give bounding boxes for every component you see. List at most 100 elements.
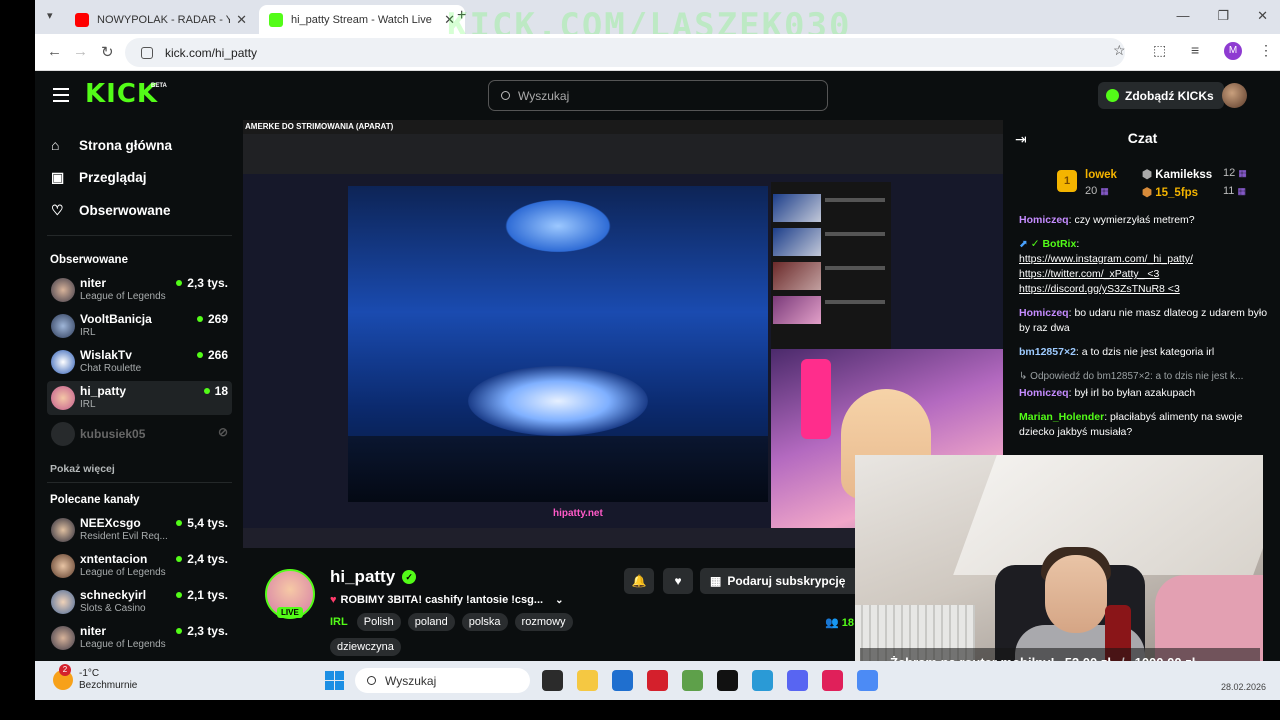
verified-icon: ✓	[402, 570, 417, 584]
discord-icon[interactable]	[787, 670, 808, 691]
minimize-icon[interactable]: —	[1176, 8, 1189, 24]
channel-name: WislakTv	[80, 348, 132, 362]
shield-app-icon[interactable]	[647, 670, 668, 691]
browse-icon: ▣	[51, 169, 65, 185]
stream-watermark-text: hipatty.net	[553, 508, 603, 519]
taskbar-search[interactable]: Wyszukaj	[355, 668, 530, 693]
windows-start-icon[interactable]	[325, 671, 344, 690]
chat-username[interactable]: Marian_Holender	[1019, 411, 1104, 423]
tag[interactable]: polska	[461, 613, 508, 631]
chat-username[interactable]: Homiczeq	[1019, 307, 1069, 319]
user-avatar[interactable]	[1222, 83, 1247, 108]
gift-subscription-button[interactable]: ▦ Podaruj subskrypcję	[700, 568, 860, 594]
stream-tags: IRL Polish poland polska rozmowy	[330, 613, 573, 631]
sidebar: ⌂ Strona główna ▣ Przeglądaj ♡ Obserwowa…	[35, 119, 245, 661]
recommended-channel-neexcsgo[interactable]: NEEXcsgo Resident Evil Req... 5,4 tys.	[47, 513, 232, 547]
beta-badge: BETA	[151, 83, 167, 89]
chat-username[interactable]: BotRix	[1042, 238, 1076, 250]
kick-logo[interactable]: KICK	[85, 79, 158, 109]
tiktok-icon[interactable]	[822, 670, 843, 691]
person-face	[1045, 555, 1107, 633]
viewer-count: 266	[196, 348, 228, 362]
recommended-channel-xntentacion[interactable]: xntentacion League of Legends 2,4 tys.	[47, 549, 232, 583]
address-bar[interactable]: kick.com/hi_patty	[125, 38, 1125, 67]
chrome-icon[interactable]	[857, 670, 878, 691]
app-icon[interactable]	[682, 670, 703, 691]
edge-icon[interactable]	[752, 670, 773, 691]
stream-content-tv-show	[348, 186, 768, 502]
forward-icon[interactable]: →	[73, 43, 88, 60]
bookmark-star-icon[interactable]: ☆	[1113, 42, 1126, 59]
reply-reference[interactable]: ↳ Odpowiedź do bm12857×2: a to dzis nie …	[1019, 369, 1271, 384]
windows-taskbar: 2 -1°C Bezchmurnie Wyszukaj 28.02.2026	[35, 661, 1280, 700]
channel-name: niter	[80, 624, 107, 638]
extensions-icon[interactable]: ⬚	[1153, 42, 1166, 59]
tag[interactable]: Polish	[356, 613, 401, 631]
live-badge: LIVE	[277, 607, 303, 618]
category-link[interactable]: IRL	[330, 616, 348, 628]
profile-avatar[interactable]: M	[1224, 42, 1242, 60]
viewer-count: 269	[196, 312, 228, 326]
tab-youtube[interactable]: NOWYPOLAK - RADAR - YouTube ✕	[65, 5, 257, 34]
nav-following[interactable]: ♡ Obserwowane	[51, 202, 171, 219]
gift-sub-icon: ▦	[1237, 186, 1246, 196]
chat-username[interactable]: bm12857×2	[1019, 346, 1076, 358]
live-dot-icon	[176, 520, 183, 526]
tag[interactable]: dziewczyna	[330, 638, 401, 656]
tab-kick[interactable]: hi_patty Stream - Watch Live ✕	[259, 5, 465, 34]
chat-username[interactable]: Homiczeq	[1019, 214, 1069, 226]
task-view-icon[interactable]	[542, 670, 563, 691]
nav-home[interactable]: ⌂ Strona główna	[51, 137, 172, 153]
follow-heart-button[interactable]: ♥	[663, 568, 693, 594]
stage-ring	[468, 366, 648, 436]
get-kicks-button[interactable]: Zdobądź KICKs	[1098, 82, 1224, 109]
browser-menu-icon[interactable]: ⋮	[1259, 42, 1273, 59]
avatar	[51, 554, 75, 578]
hamburger-menu-icon[interactable]	[53, 88, 69, 102]
chat-username[interactable]: Homiczeq	[1019, 387, 1069, 399]
taskbar-apps	[542, 670, 878, 691]
recommended-channel-niter[interactable]: niter League of Legends 2,3 tys.	[47, 621, 232, 655]
chat-link[interactable]: https://www.instagram.com/_hi_patty/	[1019, 252, 1271, 267]
ceiling	[953, 455, 1263, 575]
chat-link[interactable]: https://twitter.com/_xPatty_ <3	[1019, 267, 1271, 282]
kicks-coin-icon	[1106, 89, 1119, 102]
media-controls-icon[interactable]: ≡	[1191, 42, 1199, 58]
recommended-channel-schneckyirl[interactable]: schneckyirl Slots & Casino 2,1 tys.	[47, 585, 232, 619]
leader-count: 12 ▦	[1223, 167, 1247, 179]
tag[interactable]: rozmowy	[514, 613, 573, 631]
tidal-icon[interactable]	[717, 670, 738, 691]
taskbar-date: 28.02.2026	[1220, 682, 1266, 692]
tag[interactable]: poland	[407, 613, 455, 631]
show-more-link[interactable]: Pokaż więcej	[50, 463, 115, 475]
file-explorer-icon[interactable]	[577, 670, 598, 691]
chat-title: Czat	[1127, 130, 1158, 146]
weather-widget[interactable]: 2 -1°C Bezchmurnie	[53, 664, 137, 692]
maximize-icon[interactable]: ❐	[1217, 8, 1229, 24]
reload-icon[interactable]: ↻	[101, 43, 114, 61]
close-tab-icon[interactable]: ✕	[236, 12, 247, 28]
followed-channel-wislaktv[interactable]: WislakTv Chat Roulette 266	[47, 345, 232, 379]
nav-browse[interactable]: ▣ Przeglądaj	[51, 169, 147, 186]
search-input[interactable]: Wyszukaj	[488, 80, 828, 111]
followed-channel-niter[interactable]: niter League of Legends 2,3 tys.	[47, 273, 232, 307]
followed-channel-kubusiek05[interactable]: kubusiek05 ⊘	[47, 417, 232, 451]
live-dot-icon	[176, 628, 183, 634]
followed-channel-vooltbanicja[interactable]: VooltBanicja IRL 269	[47, 309, 232, 343]
notification-bell-button[interactable]: 🔔	[624, 568, 654, 594]
site-info-icon[interactable]	[141, 46, 153, 59]
channel-name: hi_patty	[80, 384, 127, 398]
chat-link[interactable]: https://discord.gg/yS3ZsTNuR8 <3	[1019, 282, 1271, 297]
gift-sub-icon: ▦	[1100, 186, 1109, 196]
search-icon	[501, 91, 510, 100]
followed-channel-hi-patty[interactable]: hi_patty IRL 18	[47, 381, 232, 415]
chevron-down-icon[interactable]: ⌄	[555, 595, 563, 606]
audience	[348, 436, 768, 502]
browser-tab-bar: ▾ NOWYPOLAK - RADAR - YouTube ✕ hi_patty…	[35, 0, 1280, 46]
followed-title: Obserwowane	[50, 254, 128, 266]
back-icon[interactable]: ←	[47, 43, 62, 60]
tab-list-dropdown-icon[interactable]: ▾	[47, 9, 53, 22]
close-window-icon[interactable]: ✕	[1257, 8, 1268, 24]
store-icon[interactable]	[612, 670, 633, 691]
channel-name[interactable]: hi_patty	[330, 567, 395, 587]
